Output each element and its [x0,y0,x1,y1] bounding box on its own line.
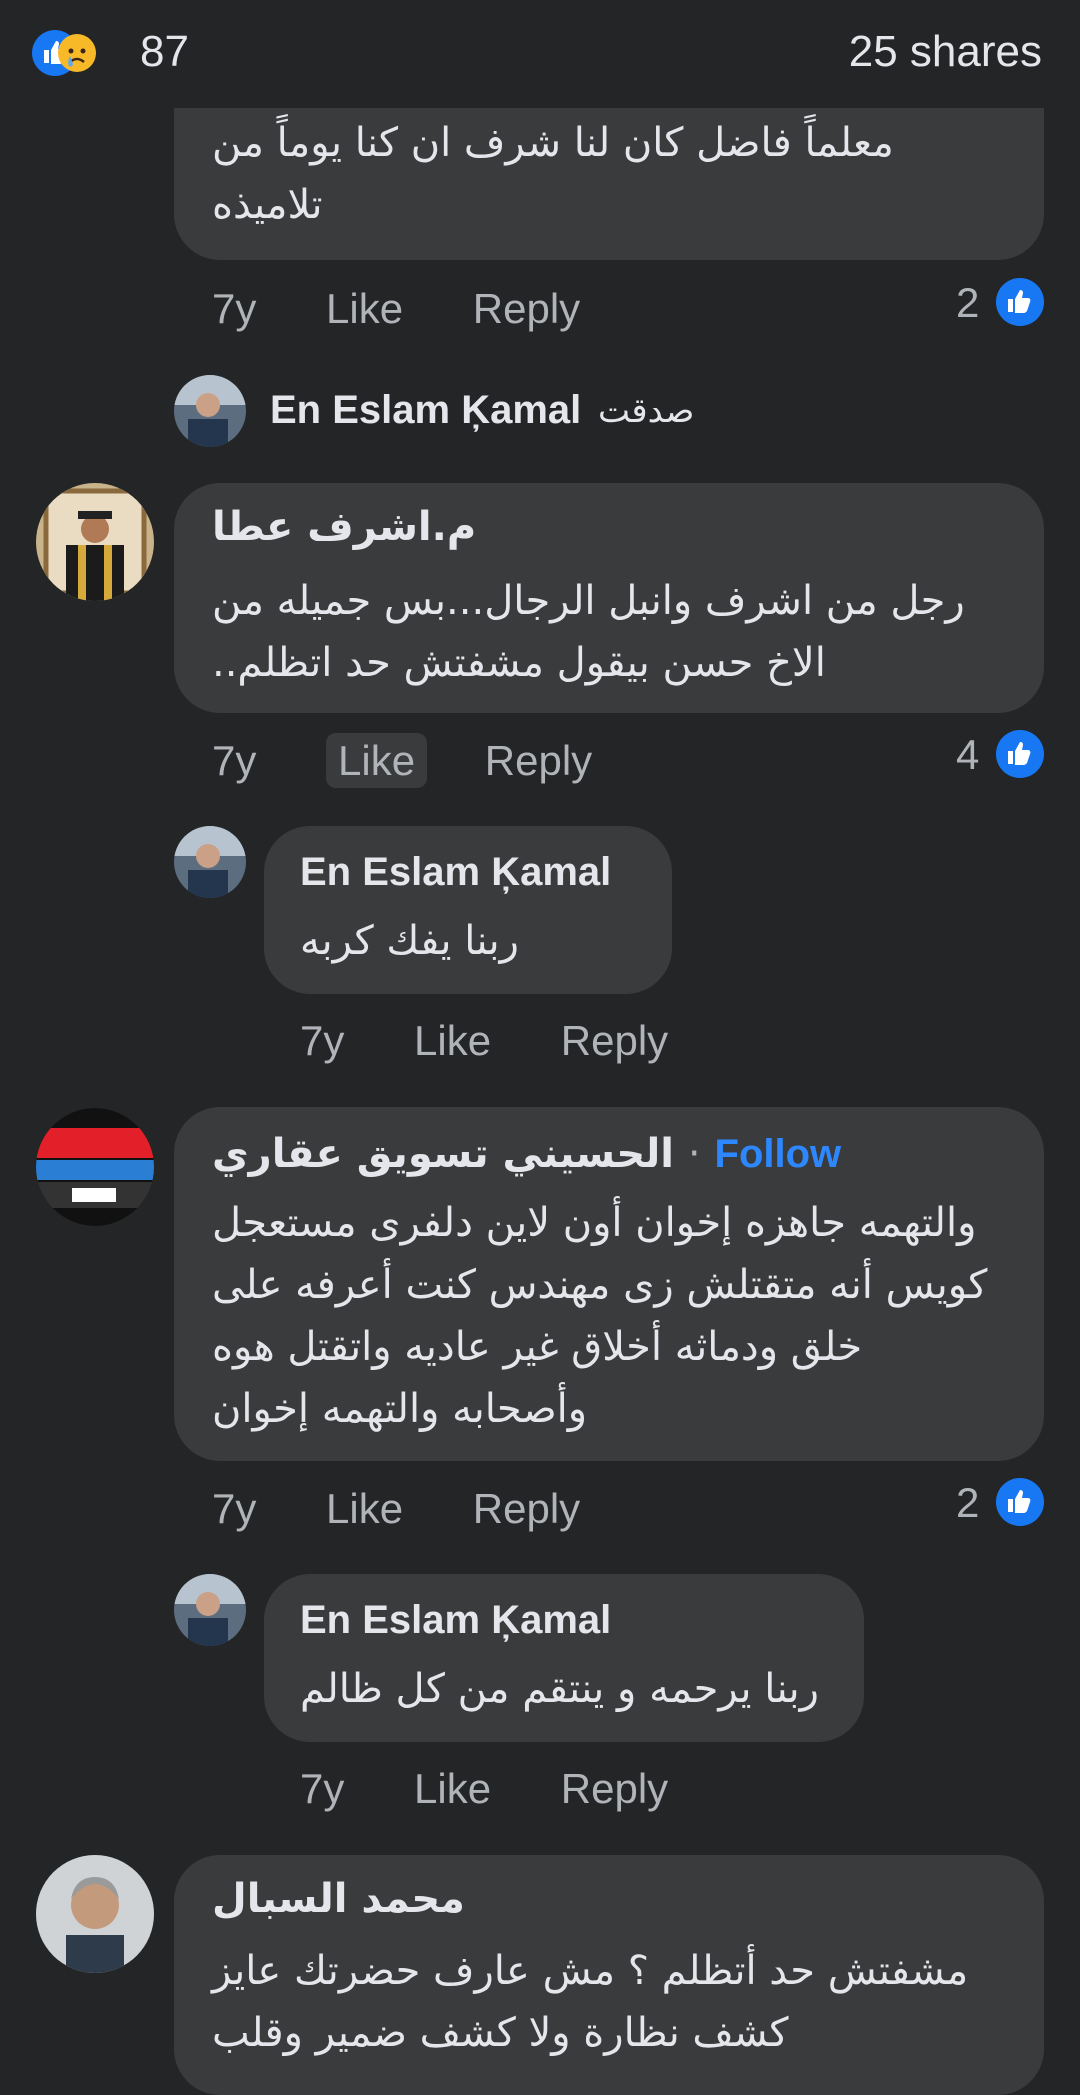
avatar[interactable] [174,826,246,898]
reply-button[interactable]: Reply [473,1485,580,1532]
comment-actions: 7y Like Reply [212,285,580,333]
timestamp[interactable]: 7y [212,737,256,784]
avatar[interactable] [174,375,246,447]
comment-actions: 7y Like Reply [212,1485,580,1533]
reactions-bar: 87 25 shares [0,0,1080,108]
timestamp[interactable]: 7y [300,1765,344,1812]
reply-actions: 7y Like Reply [300,1765,668,1813]
comment-text-line: مشفتش حد أتظلم ؟ مش عارف حضرتك عايز [212,1948,969,1994]
like-button[interactable]: Like [326,1485,403,1532]
reply-button[interactable]: Reply [473,285,580,332]
comment-header: الحسيني تسويق عقاري · Follow [212,1131,841,1177]
reaction-count[interactable]: 4 [956,731,979,779]
like-icon [996,278,1044,326]
reply-text-line: ربنا يفك كربه [300,918,519,964]
comment-text-line: معلماً فاضل كان لنا شرف ان كنا يوماً من [212,120,894,166]
reaction-count[interactable]: 87 [140,26,189,78]
reaction-count[interactable]: 2 [956,279,979,327]
reaction-count[interactable]: 2 [956,1479,979,1527]
shares-count[interactable]: 25 shares [849,26,1042,78]
comment-text-line: كشف نظارة ولا كشف ضمير وقلب [212,2010,789,2056]
comment-text-line: الاخ حسن بيقول مشفتش حد اتظلم.. [212,640,826,686]
reply-button[interactable]: Reply [485,737,592,784]
follow-button[interactable]: Follow [715,1132,842,1176]
comment-author[interactable]: الحسيني تسويق عقاري [212,1131,674,1177]
comment-text-line: وأصحابه والتهمه إخوان [212,1386,588,1432]
separator: · [687,1131,701,1177]
timestamp[interactable]: 7y [300,1017,344,1064]
timestamp[interactable]: 7y [212,285,256,332]
like-icon [996,1478,1044,1526]
like-button[interactable]: Like [326,733,428,788]
reply-author[interactable]: En Eslam Ķamal [300,1598,611,1643]
like-button[interactable]: Like [414,1017,491,1064]
reply-author[interactable]: En Eslam Ķamal [300,850,611,895]
avatar[interactable] [36,1108,154,1226]
reply-actions: 7y Like Reply [300,1017,668,1065]
comment-text-line: خلق ودماثه أخلاق غير عاديه واتقتل هوه [212,1324,863,1370]
avatar[interactable] [174,1574,246,1646]
like-icon [996,730,1044,778]
reply-button[interactable]: Reply [561,1017,668,1064]
reaction-icons[interactable] [30,28,96,78]
reply-author[interactable]: En Eslam Ķamal [270,388,581,433]
comment-text-line: كويس أنه متقتلش زى مهندس كنت أعرفه على [212,1262,988,1308]
comment-text-line: والتهمه جاهزه إخوان أون لاين دلفرى مستعج… [212,1200,977,1246]
comment-author[interactable]: م.اشرف عطا [212,504,476,550]
comment-author[interactable]: محمد السبال [212,1876,465,1922]
avatar[interactable] [36,483,154,601]
comment-text-line: رجل من اشرف وانبل الرجال...بس جميله من [212,578,965,624]
like-button[interactable]: Like [326,285,403,332]
comment-actions: 7y Like Reply [212,733,592,788]
timestamp[interactable]: 7y [212,1485,256,1532]
reply-button[interactable]: Reply [561,1765,668,1812]
like-button[interactable]: Like [414,1765,491,1812]
reply-preview-text: صدقت [598,391,695,431]
comment-text-line: تلاميذه [212,182,323,228]
avatar[interactable] [36,1855,154,1973]
reply-text-line: ربنا يرحمه و ينتقم من كل ظالم [300,1666,819,1712]
